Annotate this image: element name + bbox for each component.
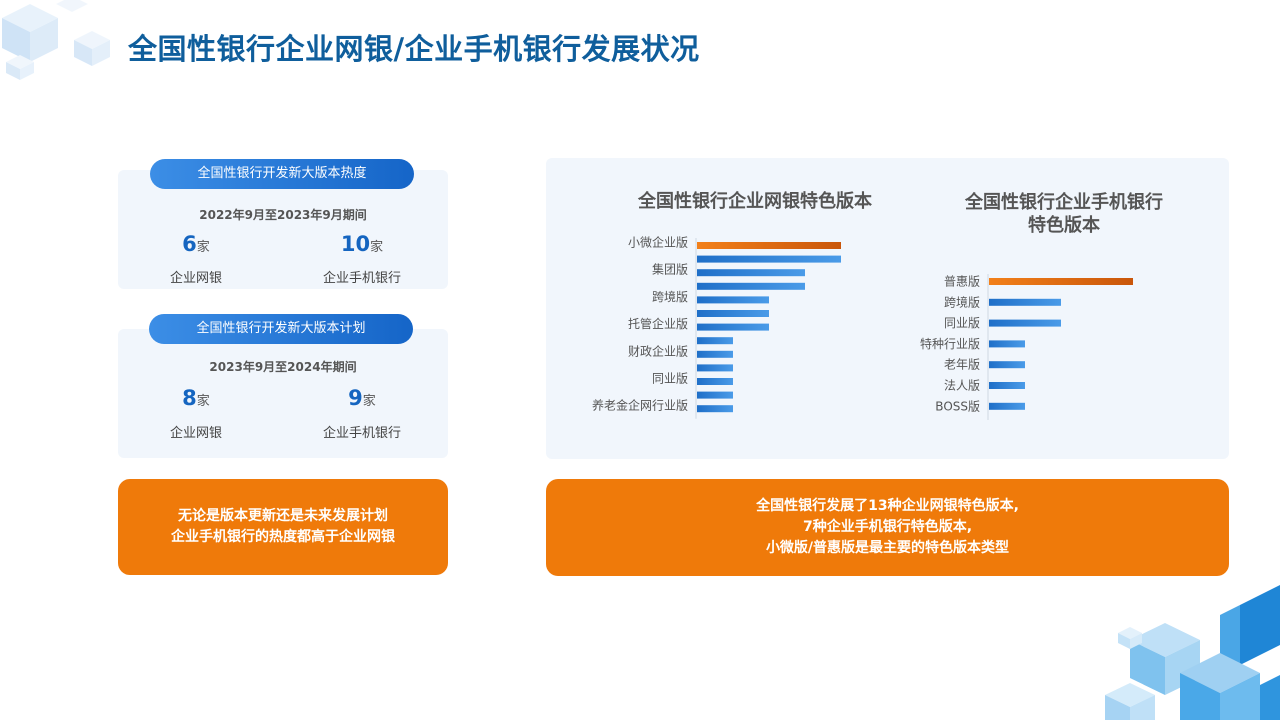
note-right: 全国性银行发展了13种企业网银特色版本, 7种企业手机银行特色版本, 小微版/普… xyxy=(546,479,1229,576)
bar-7 xyxy=(697,337,733,345)
chart2-mobile-bars: 普惠版跨境版同业版特种行业版老年版法人版 BOSS版 xyxy=(920,274,1133,420)
bar-0 xyxy=(989,278,1133,285)
bar-4 xyxy=(697,296,769,304)
bar-12 xyxy=(697,405,733,413)
unit: 家 xyxy=(196,394,210,409)
bar-9 xyxy=(697,364,733,372)
bar-label-5: 法人版 xyxy=(944,379,980,393)
note-right-line-3: 小微版/普惠版是最主要的特色版本类型 xyxy=(765,540,1010,556)
decorative-cubes-bottom-right xyxy=(1105,585,1280,720)
bar-label-8: 财政企业版 xyxy=(628,343,688,358)
value: 10 xyxy=(340,232,371,256)
bar-10 xyxy=(697,378,733,385)
value: 9 xyxy=(348,386,363,410)
note-right-line-1: 全国性银行发展了13种企业网银特色版本, xyxy=(756,498,1019,514)
chart2-title: 全国性银行企业手机银行 特色版本 xyxy=(965,192,1163,236)
card-plan-right-label: 企业手机银行 xyxy=(322,426,401,441)
bar-0 xyxy=(697,242,841,249)
bar-1 xyxy=(697,255,841,263)
bar-2 xyxy=(989,319,1061,327)
card-plan-pill: 全国性银行开发新大版本计划 xyxy=(149,314,413,344)
chart1-title: 全国性银行企业网银特色版本 xyxy=(638,191,872,212)
bar-label-6: BOSS版 xyxy=(935,399,980,413)
bar-label-0: 普惠版 xyxy=(944,275,980,289)
bar-label-0: 小微企业版 xyxy=(628,236,688,250)
unit: 家 xyxy=(362,394,376,409)
card-plan-period: 2023年9月至2024年期间 xyxy=(209,360,357,374)
note-left: 无论是版本更新还是未来发展计划 企业手机银行的热度都高于企业网银 xyxy=(118,479,448,575)
bar-6 xyxy=(697,323,769,331)
card-heat-period: 2022年9月至2023年9月期间 xyxy=(199,208,367,222)
bar-label-3: 特种行业版 xyxy=(920,336,980,351)
value: 6 xyxy=(182,232,197,256)
card-heat-pill: 全国性银行开发新大版本热度 xyxy=(150,159,414,189)
bar-label-12: 养老金企网行业版 xyxy=(592,398,688,413)
bar-label-1: 跨境版 xyxy=(944,294,980,309)
bar-11 xyxy=(697,391,733,399)
card-heat-right-value: 10家 xyxy=(312,232,412,256)
bar-label-4: 跨境版 xyxy=(652,289,688,304)
bar-label-10: 同业版 xyxy=(652,372,688,386)
decorative-cubes-top-left xyxy=(2,0,110,80)
bar-label-2: 同业版 xyxy=(944,316,980,330)
chart1-netbank-bars: 小微企业版集团版跨境版托管企业版财政企业版同业版养老金企网行业版 xyxy=(592,236,841,419)
bar-5 xyxy=(989,382,1025,389)
card-heat-left-value: 6家 xyxy=(146,232,246,256)
bar-label-4: 老年版 xyxy=(944,358,980,372)
note-left-line-1: 无论是版本更新还是未来发展计划 xyxy=(178,508,388,524)
card-plan-left-label: 企业网银 xyxy=(169,426,222,441)
bar-2 xyxy=(697,269,805,277)
bar-3 xyxy=(989,340,1025,348)
note-right-line-2: 7种企业手机银行特色版本, xyxy=(802,519,973,535)
bar-6 xyxy=(989,402,1025,410)
bar-3 xyxy=(697,282,805,290)
bar-1 xyxy=(989,298,1061,306)
bar-4 xyxy=(989,361,1025,369)
bar-8 xyxy=(697,350,733,358)
unit: 家 xyxy=(370,240,384,255)
bar-label-2: 集团版 xyxy=(652,262,688,277)
note-left-line-2: 企业手机银行的热度都高于企业网银 xyxy=(171,529,395,545)
card-plan-left-value: 8家 xyxy=(146,386,246,410)
bar-label-6: 托管企业版 xyxy=(628,316,688,331)
page-title: 全国性银行企业网银/企业手机银行发展状况 xyxy=(128,32,700,66)
bar-5 xyxy=(697,310,769,317)
card-heat-right-label: 企业手机银行 xyxy=(322,271,401,286)
value: 8 xyxy=(182,386,197,410)
card-heat-left-label: 企业网银 xyxy=(169,271,222,286)
card-plan-right-value: 9家 xyxy=(312,386,412,410)
unit: 家 xyxy=(196,240,210,255)
